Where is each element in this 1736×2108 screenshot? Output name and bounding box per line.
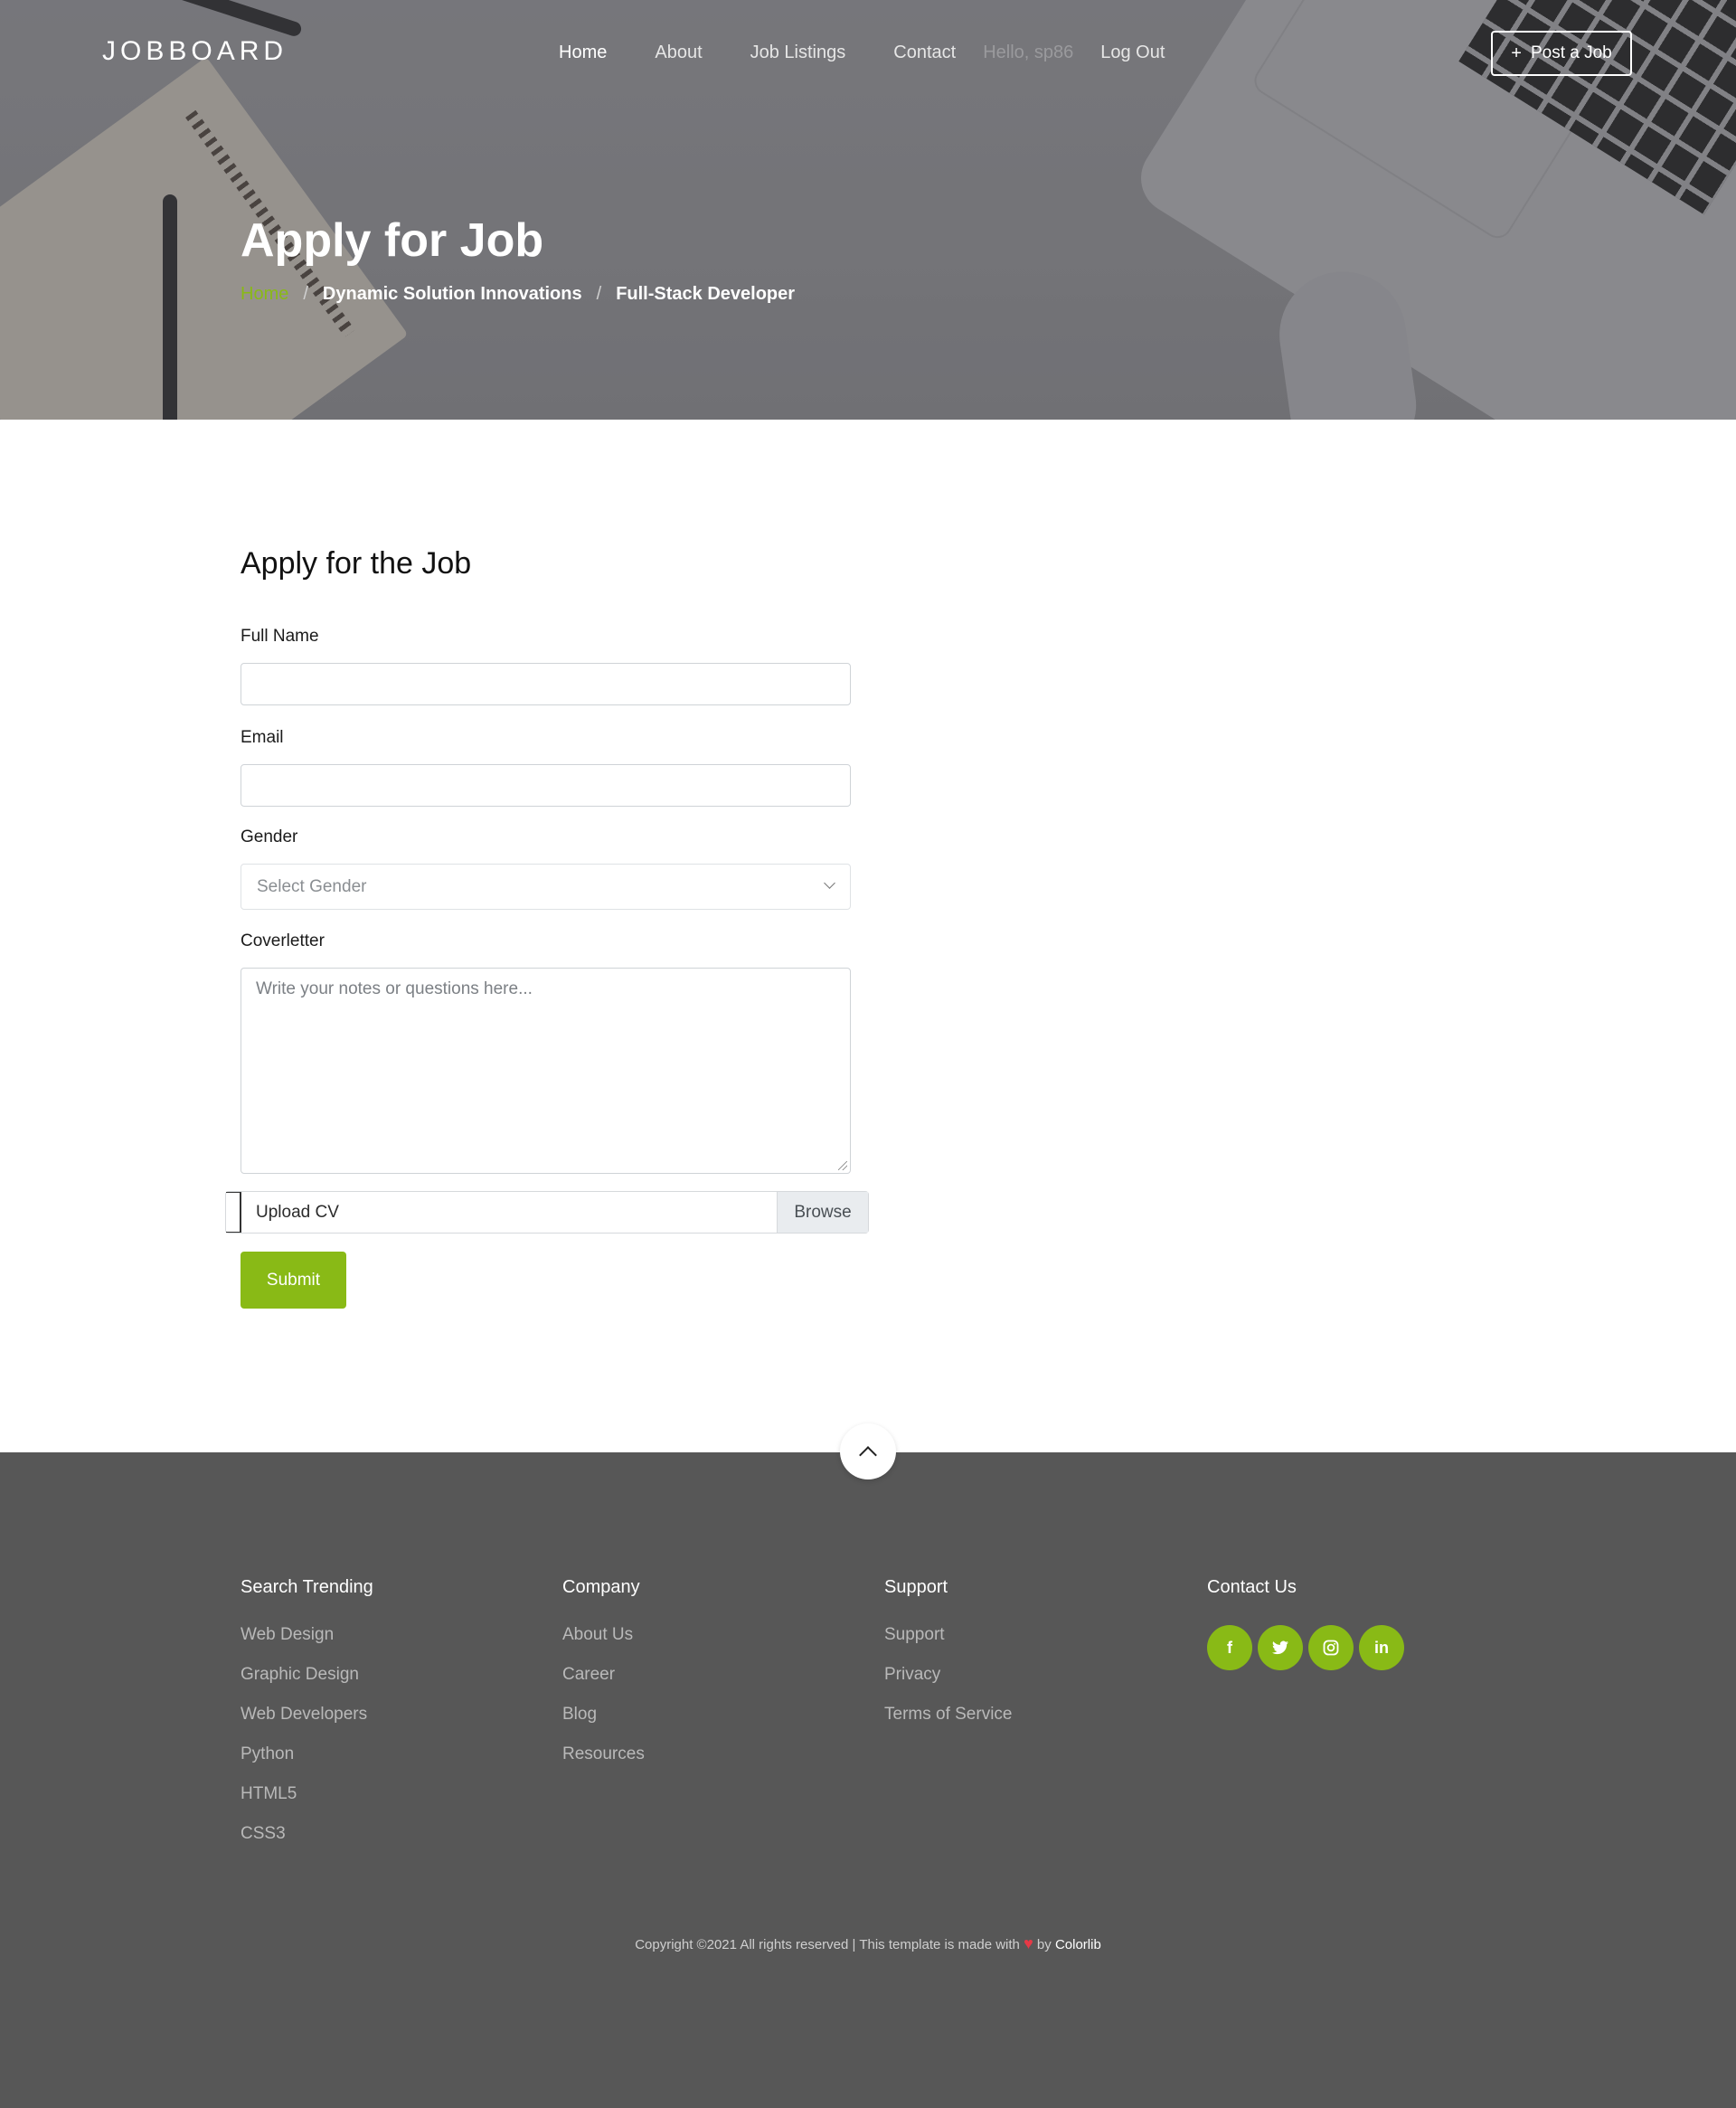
nav-log-out[interactable]: Log Out [1100, 43, 1165, 63]
breadcrumb: Home / Dynamic Solution Innovations / Fu… [241, 284, 795, 305]
footer-link[interactable]: Terms of Service [884, 1705, 1012, 1744]
plus-icon: + [1511, 43, 1522, 63]
footer-col-contact: Contact Us f in [1207, 1577, 1404, 1670]
heart-icon: ♥ [1024, 1934, 1033, 1952]
twitter-icon[interactable] [1258, 1625, 1303, 1670]
full-name-label: Full Name [241, 627, 319, 646]
nav-contact[interactable]: Contact [893, 43, 956, 63]
footer-link[interactable]: HTML5 [241, 1784, 373, 1824]
copyright-text: Copyright ©2021 All rights reserved | Th… [635, 1937, 1020, 1952]
footer-link[interactable]: Graphic Design [241, 1665, 373, 1705]
post-job-button[interactable]: + Post a Job [1491, 31, 1632, 76]
page-title: Apply for Job [241, 214, 544, 267]
browse-button[interactable]: Browse [777, 1192, 868, 1233]
footer-link[interactable]: Blog [562, 1705, 645, 1744]
chevron-up-icon [859, 1445, 877, 1464]
top-navbar: JOBBOARD Home About Job Listings Contact… [0, 0, 1736, 109]
user-greeting: Hello, sp86 [983, 43, 1074, 62]
submit-button[interactable]: Submit [241, 1252, 346, 1309]
colorlib-link[interactable]: Colorlib [1055, 1937, 1101, 1952]
footer-link[interactable]: Python [241, 1744, 373, 1784]
main-menu: Home About Job Listings Contact Hello, s… [559, 43, 1165, 63]
footer-link[interactable]: Web Design [241, 1625, 373, 1665]
instagram-icon[interactable] [1308, 1625, 1354, 1670]
footer: Search Trending Web Design Graphic Desig… [0, 1452, 1736, 2108]
coverletter-textarea[interactable]: Write your notes or questions here... [241, 968, 851, 1174]
footer-col-company: Company About Us Career Blog Resources [562, 1577, 645, 1784]
breadcrumb-separator: / [596, 284, 602, 304]
facebook-icon[interactable]: f [1207, 1625, 1252, 1670]
breadcrumb-home[interactable]: Home [241, 284, 288, 305]
footer-link[interactable]: Privacy [884, 1665, 1012, 1705]
gender-select-value: Select Gender [257, 876, 367, 896]
footer-col-title: Support [884, 1577, 948, 1597]
linkedin-icon[interactable]: in [1359, 1625, 1404, 1670]
chevron-down-icon [824, 877, 835, 889]
breadcrumb-company[interactable]: Dynamic Solution Innovations [323, 284, 582, 305]
breadcrumb-separator: / [303, 284, 308, 304]
footer-link[interactable]: Career [562, 1665, 645, 1705]
footer-col-title: Contact Us [1207, 1577, 1297, 1597]
footer-link[interactable]: CSS3 [241, 1824, 373, 1864]
footer-col-support: Support Support Privacy Terms of Service [884, 1577, 1012, 1744]
copyright-by: by [1036, 1937, 1052, 1952]
cv-file-input[interactable]: Upload CV Browse [225, 1191, 869, 1234]
gender-label: Gender [241, 827, 298, 846]
footer-link[interactable]: About Us [562, 1625, 645, 1665]
site-logo[interactable]: JOBBOARD [102, 36, 288, 67]
nav-job-listings[interactable]: Job Listings [750, 43, 846, 63]
footer-link[interactable]: Resources [562, 1744, 645, 1784]
footer-link[interactable]: Support [884, 1625, 1012, 1665]
copyright: Copyright ©2021 All rights reserved | Th… [0, 1934, 1736, 1953]
breadcrumb-job: Full-Stack Developer [616, 284, 796, 304]
email-label: Email [241, 728, 284, 747]
hero-banner: JOBBOARD Home About Job Listings Contact… [0, 0, 1736, 420]
social-links: f in [1207, 1625, 1404, 1670]
coverletter-placeholder: Write your notes or questions here... [256, 979, 533, 998]
nav-home[interactable]: Home [559, 43, 607, 63]
email-input[interactable] [241, 764, 851, 807]
footer-col-title: Search Trending [241, 1577, 373, 1597]
resize-handle-icon[interactable] [838, 1161, 847, 1170]
upload-cv-label: Upload CV [256, 1202, 339, 1222]
footer-col-title: Company [562, 1577, 640, 1597]
full-name-input[interactable] [241, 663, 851, 705]
gender-select[interactable]: Select Gender [241, 864, 851, 910]
nav-about[interactable]: About [655, 43, 702, 63]
file-input-edge [226, 1192, 241, 1233]
coverletter-label: Coverletter [241, 931, 325, 950]
form-heading: Apply for the Job [241, 546, 472, 581]
back-to-top-button[interactable] [840, 1423, 896, 1479]
footer-col-search-trending: Search Trending Web Design Graphic Desig… [241, 1577, 373, 1864]
post-job-label: Post a Job [1530, 43, 1612, 62]
footer-link[interactable]: Web Developers [241, 1705, 373, 1744]
